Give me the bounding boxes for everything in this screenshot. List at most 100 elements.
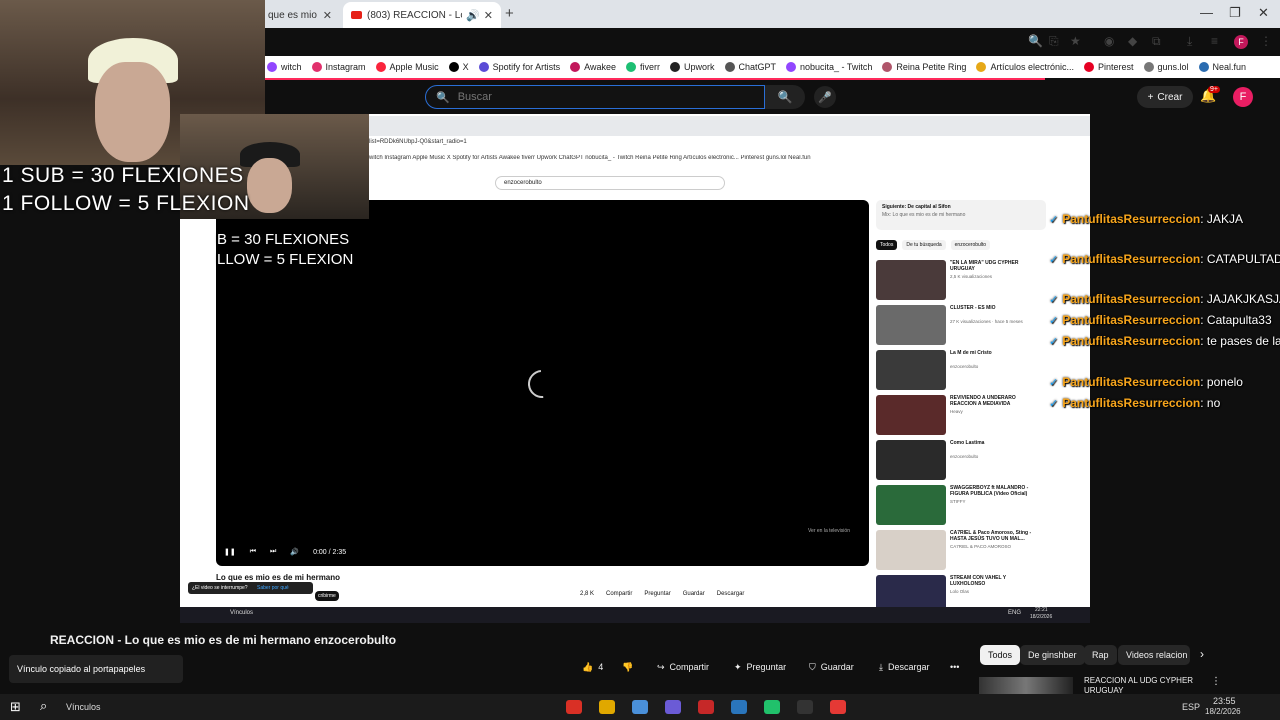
chat-text: : CATAPULTADO: [1200, 252, 1280, 266]
inner-up-next: Siguiente: De capital al Sifon Mix: Lo q…: [876, 200, 1046, 230]
taskbar-search-text[interactable]: Vínculos: [66, 702, 101, 712]
youtube-favicon-icon: [351, 11, 362, 19]
bookmark-favicon-icon: [267, 62, 277, 72]
restore-button[interactable]: ❐: [1229, 5, 1241, 21]
bookmark-item[interactable]: Spotify for Artists: [478, 62, 560, 72]
media-control-icon[interactable]: ≡: [1211, 34, 1218, 48]
minimize-button[interactable]: —: [1200, 5, 1213, 20]
save-button[interactable]: ⛉ Guardar: [809, 656, 854, 678]
bookmark-favicon-icon: [311, 62, 322, 72]
app-icon[interactable]: [764, 700, 780, 714]
account-avatar[interactable]: F: [1233, 87, 1253, 107]
inner-rec-channel: STIFFY: [950, 499, 966, 504]
volume-icon: 🔊: [290, 549, 300, 556]
create-button[interactable]: + Crear: [1137, 86, 1193, 108]
bookmark-item[interactable]: ChatGPT: [724, 62, 777, 72]
bookmark-label: Pinterest: [1097, 62, 1134, 72]
close-tab-icon[interactable]: ✕: [323, 9, 332, 22]
speaker-icon[interactable]: 🔊: [466, 9, 480, 22]
obs-icon[interactable]: [797, 700, 813, 714]
bookmark-item[interactable]: Awakee: [570, 62, 616, 72]
browser-tab[interactable]: que es mio es d ✕: [260, 2, 340, 28]
steam-icon[interactable]: [632, 700, 648, 714]
inner-toast: ¿El video se interrumpe? Saber por qué: [188, 582, 313, 594]
inner-search-input: enzocerobulto: [495, 176, 725, 190]
discord-icon[interactable]: [665, 700, 681, 714]
thumbs-up-icon: 👍: [582, 661, 594, 672]
search-input[interactable]: [457, 91, 748, 103]
like-button[interactable]: 👍 4: [582, 656, 603, 678]
chrome-menu-icon[interactable]: ⋮: [1260, 34, 1272, 48]
bookmark-item[interactable]: Reina Petite Ring: [882, 62, 966, 72]
bookmark-item[interactable]: nobucita_ - Twitch: [786, 62, 872, 72]
bookmark-label: ChatGPT: [738, 62, 777, 72]
voice-search-button[interactable]: 🎤: [814, 86, 836, 108]
taskbar-lang[interactable]: ESP: [1182, 702, 1200, 712]
profile-avatar[interactable]: F: [1234, 35, 1248, 49]
ask-button[interactable]: ✦ Preguntar: [734, 656, 786, 678]
bookmark-item[interactable]: Apple Music: [375, 62, 439, 72]
app-icon[interactable]: [698, 700, 714, 714]
chat-username: PantuflitasResurreccion: [1062, 334, 1201, 348]
inner-taskbar-text: Vínculos: [230, 610, 254, 616]
bookmark-star-icon[interactable]: ★: [1070, 34, 1081, 48]
bookmark-item[interactable]: Neal.fun: [1198, 62, 1246, 72]
recommendation-thumbnail[interactable]: [979, 677, 1073, 694]
download-button[interactable]: ⤓ Descargar: [879, 656, 930, 678]
inner-rec-thumbnail: [876, 485, 946, 525]
bookmark-item[interactable]: fiverr: [625, 62, 660, 72]
more-icon: •••: [950, 662, 960, 672]
verified-badge-icon: ✓: [1049, 294, 1059, 306]
recommendation-title[interactable]: REACCION AL UDG CYPHER URUGUAY: [1084, 676, 1199, 696]
like-count: 4: [598, 662, 604, 672]
more-icon[interactable]: ⋮: [1211, 676, 1221, 687]
zoom-icon[interactable]: 🔍: [1028, 34, 1043, 48]
search-box[interactable]: 🔍: [425, 85, 765, 109]
dislike-button[interactable]: 👎: [622, 656, 633, 678]
inner-rec-thumbnail: [876, 530, 946, 570]
extensions-puzzle-icon[interactable]: ⧉: [1152, 34, 1161, 49]
bookmark-item[interactable]: Artículos electrónic...: [976, 62, 1074, 72]
download-icon[interactable]: ⤓: [1187, 34, 1192, 49]
bookmark-item[interactable]: Pinterest: [1083, 62, 1134, 72]
bookmark-item[interactable]: X: [448, 62, 469, 72]
inner-subscribe: cribirme: [315, 591, 339, 601]
extension-icon[interactable]: ◉: [1104, 34, 1114, 48]
taskbar-time: 23:55: [1213, 696, 1236, 706]
search-button[interactable]: 🔍: [765, 85, 805, 109]
extension-icon[interactable]: ◆: [1128, 34, 1137, 48]
file-explorer-icon[interactable]: [599, 700, 615, 714]
windows-start-icon[interactable]: ⊞: [10, 699, 21, 715]
bookmark-label: fiverr: [639, 62, 660, 72]
inner-taskbar-date: 18/2/2026: [1030, 614, 1053, 620]
search-icon[interactable]: ⌕: [40, 698, 47, 714]
goal-text: 1 SUB = 30 FLEXIONES: [2, 164, 244, 187]
new-tab-button[interactable]: +: [505, 5, 514, 22]
chat-message: ✓ PantuflitasResurreccion: Catapulta33: [1049, 313, 1272, 327]
chip-all[interactable]: Todos: [980, 645, 1021, 665]
share-button[interactable]: ↪ Compartir: [657, 656, 709, 678]
bookmark-item[interactable]: guns.lol: [1143, 62, 1189, 72]
close-tab-icon[interactable]: ✕: [484, 9, 493, 22]
bookmark-item[interactable]: Instagram: [311, 62, 366, 72]
chip-related[interactable]: Videos relacion: [1118, 645, 1190, 665]
steam-icon[interactable]: [731, 700, 747, 714]
close-window-button[interactable]: ✕: [1258, 5, 1269, 21]
bookmark-item[interactable]: witch: [267, 62, 302, 72]
chrome-icon[interactable]: [566, 700, 582, 714]
chip-rap[interactable]: Rap: [1084, 645, 1117, 665]
bookmark-item[interactable]: Upwork: [669, 62, 715, 72]
inner-url: list=RDDk6NUbpJ-Q0&start_radio=1: [369, 139, 467, 145]
inner-rec-channel: 27 K visualizaciones · hace 5 meses: [950, 319, 1023, 324]
install-icon[interactable]: ⎘: [1049, 34, 1059, 49]
inner-rec-title: CLUSTER - ES MIO: [950, 305, 996, 311]
music-icon[interactable]: [830, 700, 846, 714]
more-actions-button[interactable]: •••: [950, 656, 959, 678]
browser-tab-active[interactable]: (803) REACCION - Lo que e 🔊 ✕: [343, 2, 501, 28]
ask-label: Preguntar: [746, 662, 787, 672]
bookmark-favicon-icon: [1198, 62, 1209, 72]
inner-chip: De tu búsqueda: [902, 240, 946, 250]
download-icon: ⤓: [879, 661, 883, 672]
chip-channel[interactable]: De ginshber: [1020, 645, 1085, 665]
chevron-right-icon[interactable]: ›: [1200, 647, 1204, 661]
